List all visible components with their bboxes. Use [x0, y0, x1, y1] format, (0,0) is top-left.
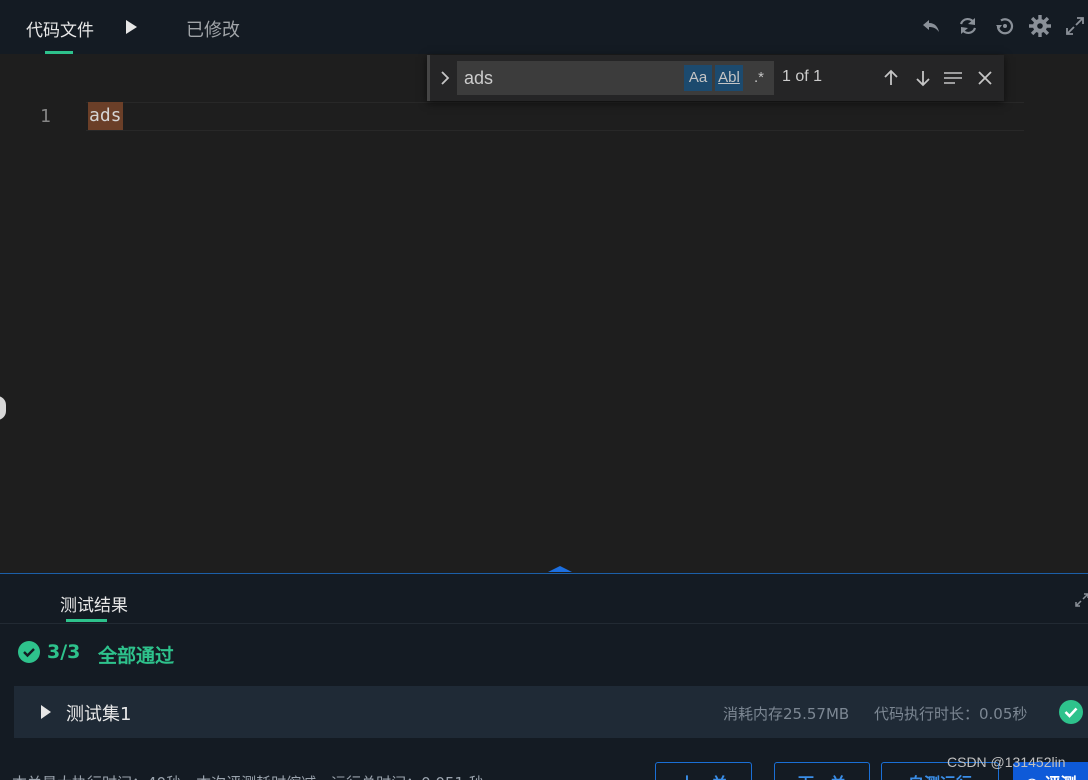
fullscreen-icon[interactable] — [1064, 15, 1086, 37]
play-circle-icon: ◉ — [1025, 774, 1045, 780]
watermark: CSDN @131452lin — [947, 754, 1066, 770]
test-suite-row[interactable]: 测试集1 消耗内存25.57MB 代码执行时长：0.05秒 — [14, 686, 1088, 738]
divider — [0, 623, 1088, 624]
check-circle-icon — [18, 641, 40, 663]
execution-time-note: 本关最大执行时间：40秒，本次评测耗时缩减，运行总时间：0.051 秒 — [12, 772, 484, 780]
pass-status: 全部通过 — [98, 645, 175, 667]
regex-toggle[interactable]: .* — [747, 65, 771, 91]
line-number: 1 — [40, 106, 51, 127]
match-count: 1 of 1 — [782, 68, 823, 85]
results-tab-indicator — [66, 619, 107, 622]
tab-modified[interactable]: 已修改 — [186, 16, 240, 42]
side-collapse-handle[interactable] — [0, 396, 6, 420]
expand-icon[interactable] — [1074, 592, 1088, 608]
code-line-search-match[interactable]: ads — [88, 102, 123, 130]
next-level-button[interactable]: 下一关 — [774, 762, 870, 780]
match-case-toggle[interactable]: Aa — [684, 65, 712, 91]
app-root: 代码文件 已修改 1 ads ads Aa Abl .* 1 of 1 测试结果… — [0, 0, 1088, 780]
settings-icon[interactable] — [1029, 15, 1051, 37]
submit-label: 评测 — [1045, 774, 1077, 780]
refresh-icon[interactable] — [957, 15, 979, 37]
test-results-panel: 测试结果 3/3 全部通过 测试集1 消耗内存25.57MB 代码执行时长：0.… — [0, 574, 1088, 780]
find-in-selection-icon[interactable] — [942, 67, 964, 89]
whole-word-toggle[interactable]: Abl — [715, 65, 743, 91]
code-editor[interactable]: 1 ads — [0, 54, 1088, 573]
history-icon[interactable] — [994, 15, 1016, 37]
execution-time: 代码执行时长：0.05秒 — [874, 705, 1028, 723]
check-circle-icon — [1059, 700, 1083, 724]
tab-test-results[interactable]: 测试结果 — [60, 591, 128, 616]
chevron-right-icon[interactable] — [438, 69, 452, 87]
arrow-up-icon[interactable] — [880, 67, 902, 89]
arrow-down-icon[interactable] — [912, 67, 934, 89]
top-tab-bar: 代码文件 已修改 — [0, 0, 1088, 54]
undo-icon[interactable] — [920, 15, 942, 37]
caret-right-icon[interactable] — [40, 704, 52, 720]
test-suite-name: 测试集1 — [66, 704, 132, 725]
pass-count: 3/3 — [47, 641, 81, 663]
close-icon[interactable] — [974, 67, 996, 89]
play-icon[interactable] — [122, 17, 140, 37]
current-line-highlight — [86, 102, 1024, 131]
prev-level-button[interactable]: 上一关 — [655, 762, 752, 780]
find-widget: Aa Abl .* 1 of 1 — [427, 55, 1004, 101]
tab-code-file[interactable]: 代码文件 — [26, 16, 94, 41]
memory-usage: 消耗内存25.57MB — [723, 705, 850, 723]
